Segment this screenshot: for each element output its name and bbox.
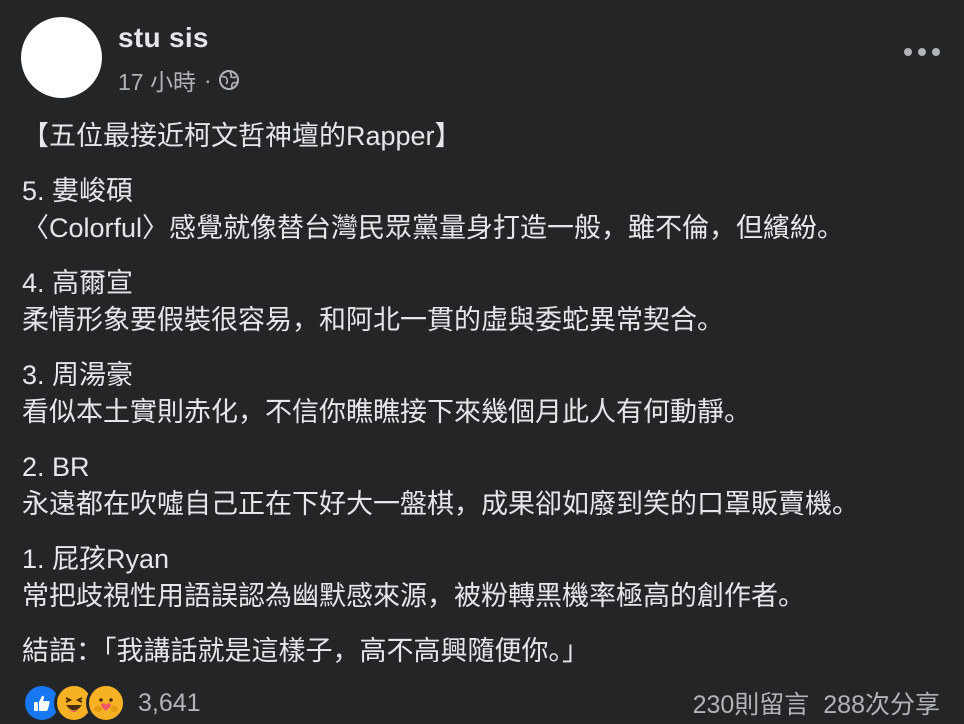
entry-heading: 3. 周湯豪 (22, 360, 134, 390)
list-item: 5. 婁峻碩 〈Colorful〉感覺就像替台灣民眾黨量身打造一般，雖不倫，但繽… (22, 173, 952, 247)
meta-separator: · (203, 66, 212, 93)
more-options-icon[interactable] (904, 42, 940, 62)
post-meta: 17 小時 · (118, 63, 240, 97)
entry-text: 〈Colorful〉感覺就像替台灣民眾黨量身打造一般，雖不倫，但繽紛。 (22, 213, 845, 243)
facebook-post: stu sis 17 小時 · 【五位最接近柯文哲神壇的Rapper】 5. 婁… (0, 0, 964, 724)
list-item: 2. BR 永遠都在吹噓自己正在下好大一盤棋，成果卻如廢到笑的口罩販賣機。 (22, 449, 952, 523)
list-item: 3. 周湯豪 看似本土實則赤化，不信你瞧瞧接下來幾個月此人有何動靜。 (22, 357, 952, 431)
care-icon (86, 683, 126, 723)
conclusion-paragraph: 結語：「我講話就是這樣子，高不高興隨便你。」 (22, 633, 952, 670)
entry-text: 看似本土實則赤化，不信你瞧瞧接下來幾個月此人有何動靜。 (22, 397, 751, 427)
avatar[interactable] (21, 17, 102, 98)
post-content: 【五位最接近柯文哲神壇的Rapper】 5. 婁峻碩 〈Colorful〉感覺就… (22, 118, 952, 688)
author-name[interactable]: stu sis (118, 22, 209, 54)
reaction-count[interactable]: 3,641 (138, 689, 201, 718)
entry-heading: 4. 高爾宣 (22, 268, 134, 298)
post-title-paragraph: 【五位最接近柯文哲神壇的Rapper】 (22, 118, 952, 155)
entry-text: 柔情形象要假裝很容易，和阿北一貫的虛與委蛇異常契合。 (22, 305, 724, 335)
post-footer: 3,641 230則留言 288次分享 (22, 682, 940, 724)
entry-text: 常把歧視性用語誤認為幽默感來源，被粉轉黑機率極高的創作者。 (22, 581, 805, 611)
globe-icon[interactable] (218, 69, 240, 91)
entry-text: 永遠都在吹噓自己正在下好大一盤棋，成果卻如廢到笑的口罩販賣機。 (22, 489, 859, 519)
reaction-icons (22, 683, 126, 723)
entry-heading: 2. BR (22, 452, 90, 482)
entry-heading: 5. 婁峻碩 (22, 176, 134, 206)
reactions-summary[interactable]: 3,641 (22, 683, 201, 723)
conclusion-text: 結語：「我講話就是這樣子，高不高興隨便你。」 (22, 636, 589, 666)
shares-count[interactable]: 288次分享 (823, 685, 940, 721)
post-title: 【五位最接近柯文哲神壇的Rapper】 (22, 121, 462, 151)
list-item: 4. 高爾宣 柔情形象要假裝很容易，和阿北一貫的虛與委蛇異常契合。 (22, 265, 952, 339)
engagement-stats: 230則留言 288次分享 (693, 685, 940, 721)
post-timestamp[interactable]: 17 小時 (118, 63, 196, 97)
list-item: 1. 屁孩Ryan 常把歧視性用語誤認為幽默感來源，被粉轉黑機率極高的創作者。 (22, 541, 952, 615)
comments-count[interactable]: 230則留言 (693, 685, 810, 721)
entry-heading: 1. 屁孩Ryan (22, 544, 170, 574)
